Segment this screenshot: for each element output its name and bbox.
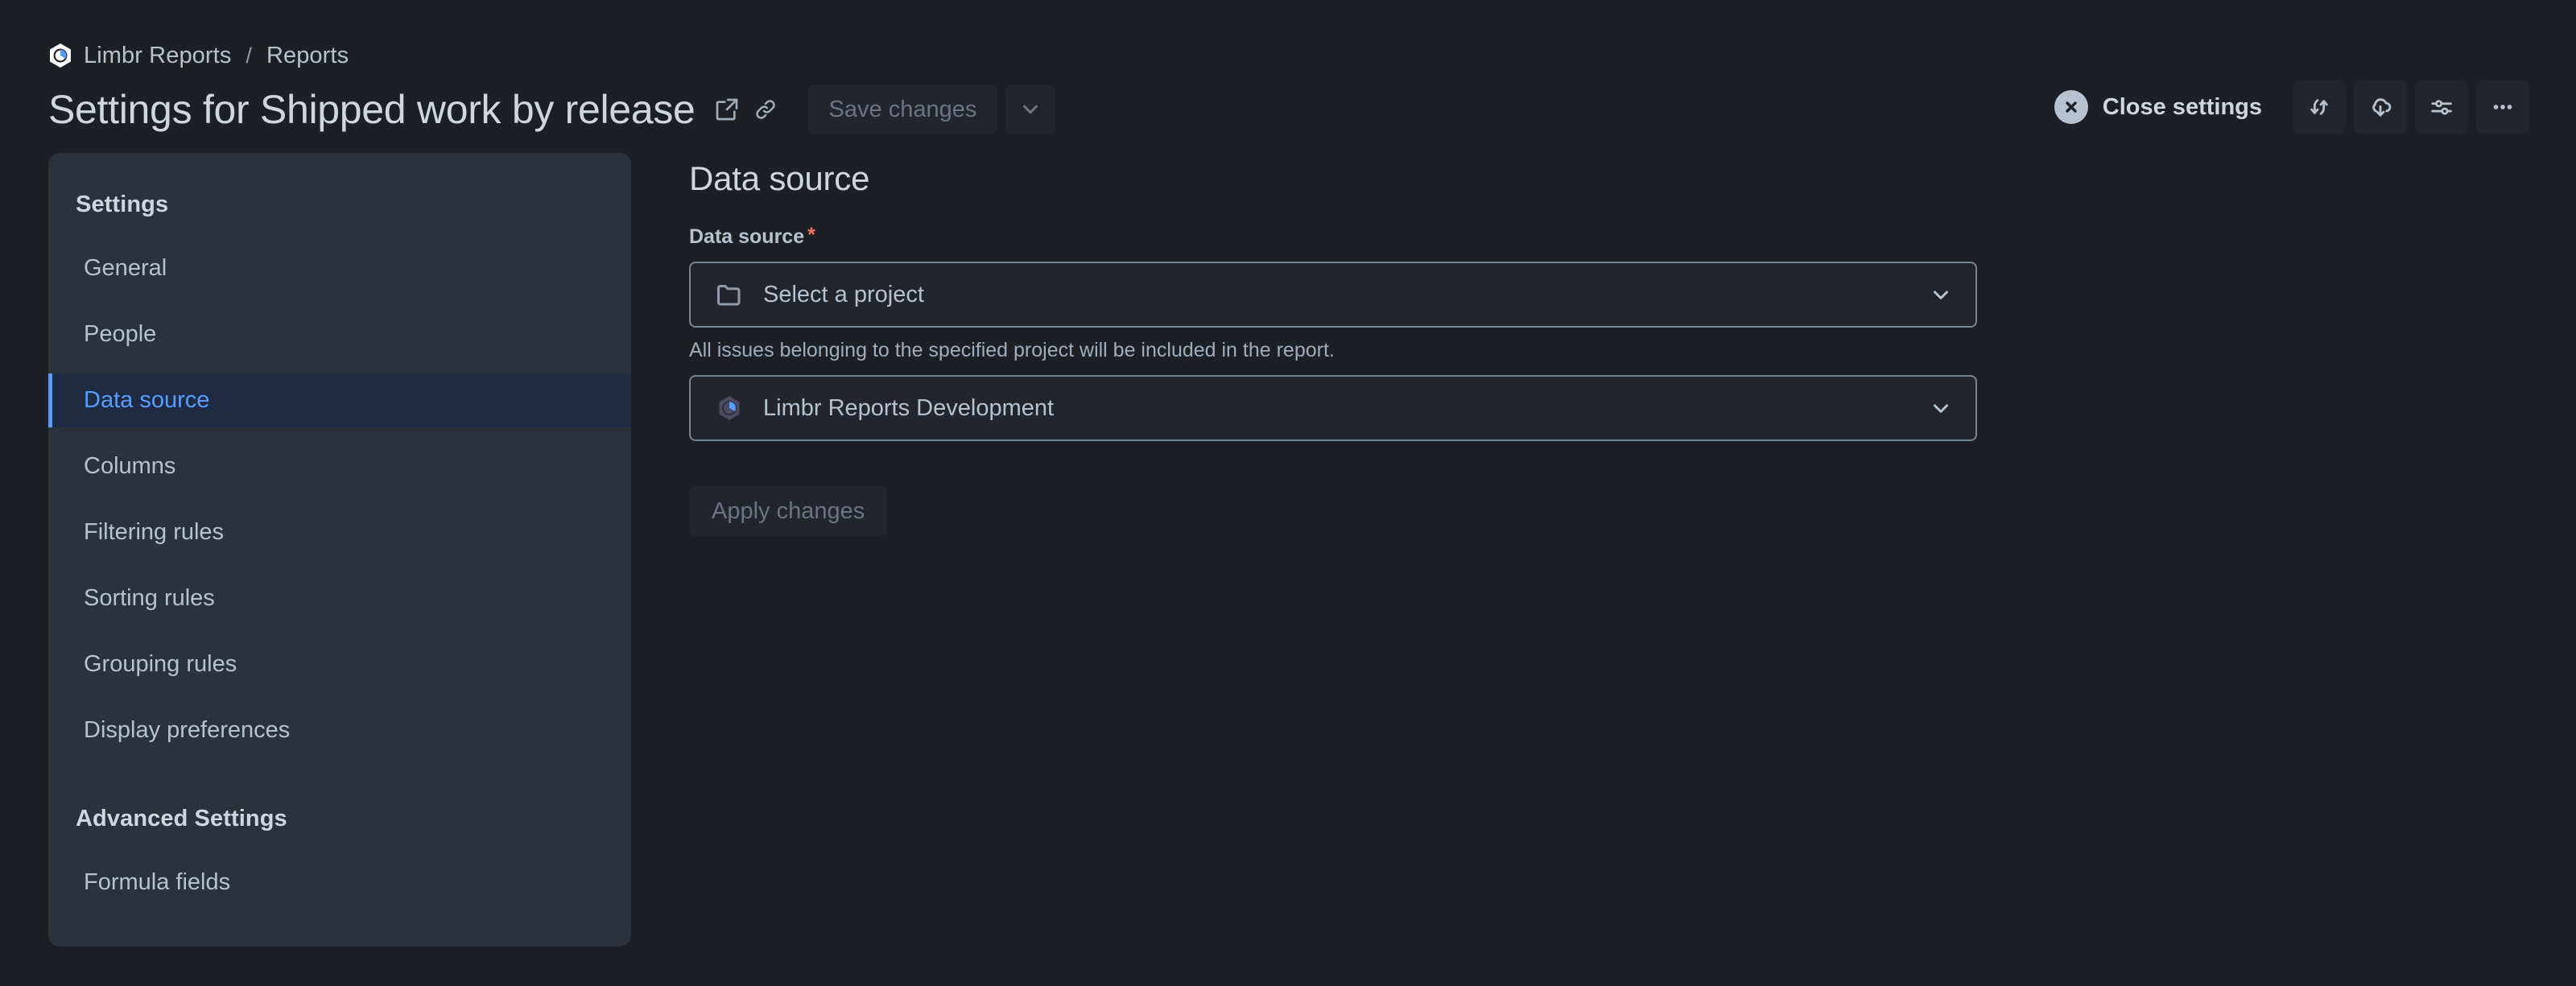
sidebar-item-people[interactable]: People (48, 307, 631, 361)
header-actions: Close settings (2054, 79, 2529, 135)
project-select-value: Select a project (763, 281, 924, 307)
limbr-hexagon-logo-icon (713, 392, 745, 424)
breadcrumb-item-limbr-reports[interactable]: Limbr Reports (84, 43, 231, 69)
chevron-down-icon (1927, 394, 1955, 422)
refresh-sync-icon[interactable] (2293, 80, 2346, 134)
limbr-hexagon-logo-icon (48, 43, 72, 68)
ellipsis-more-icon[interactable] (2476, 80, 2529, 134)
settings-main-panel: Data source Data source * Select a proje… (631, 153, 2528, 536)
close-settings-label: Close settings (2102, 93, 2262, 120)
close-circle-icon (2054, 90, 2088, 124)
data-source-helper-text: All issues belonging to the specified pr… (689, 339, 1335, 361)
cloud-download-icon[interactable] (2354, 80, 2407, 134)
required-marker: * (807, 224, 815, 246)
save-changes-button[interactable]: Save changes (807, 85, 998, 134)
breadcrumb-item-reports[interactable]: Reports (266, 43, 349, 69)
close-settings-button[interactable]: Close settings (2054, 90, 2262, 124)
sidebar-item-columns[interactable]: Columns (48, 439, 631, 493)
sidebar-item-display-preferences[interactable]: Display preferences (48, 703, 631, 757)
sidebar-item-formula-fields[interactable]: Formula fields (48, 856, 631, 910)
sidebar-item-grouping-rules[interactable]: Grouping rules (48, 637, 631, 691)
save-changes-dropdown-button[interactable] (1005, 85, 1056, 134)
section-title-data-source: Data source (689, 159, 870, 197)
project-select[interactable]: Select a project (689, 262, 1977, 328)
chevron-down-icon (1927, 281, 1955, 308)
external-link-icon[interactable] (713, 96, 741, 123)
page-title: Settings for Shipped work by release (48, 87, 696, 132)
data-source-select[interactable]: Limbr Reports Development (689, 375, 1977, 441)
page-header: Limbr Reports / Reports Settings for Shi… (0, 0, 2576, 153)
sidebar-item-sorting-rules[interactable]: Sorting rules (48, 571, 631, 625)
data-source-select-value: Limbr Reports Development (763, 394, 1055, 421)
apply-changes-button[interactable]: Apply changes (689, 486, 888, 536)
data-source-field-label: Data source * (689, 225, 2528, 249)
sliders-settings-icon[interactable] (2415, 80, 2468, 134)
page-body: Settings General People Data source Colu… (0, 153, 2576, 947)
breadcrumb: Limbr Reports / Reports (48, 42, 2528, 69)
sidebar-item-general[interactable]: General (48, 241, 631, 295)
sidebar-item-filtering-rules[interactable]: Filtering rules (48, 505, 631, 559)
folder-icon (713, 278, 745, 311)
sidebar-heading-settings: Settings (76, 192, 169, 217)
sidebar-heading-advanced-settings: Advanced Settings (76, 806, 287, 831)
field-label-text: Data source (689, 225, 805, 248)
settings-sidebar: Settings General People Data source Colu… (48, 153, 631, 947)
link-chain-icon[interactable] (752, 96, 779, 123)
sidebar-item-data-source[interactable]: Data source (48, 373, 631, 427)
breadcrumb-separator: / (246, 43, 252, 68)
